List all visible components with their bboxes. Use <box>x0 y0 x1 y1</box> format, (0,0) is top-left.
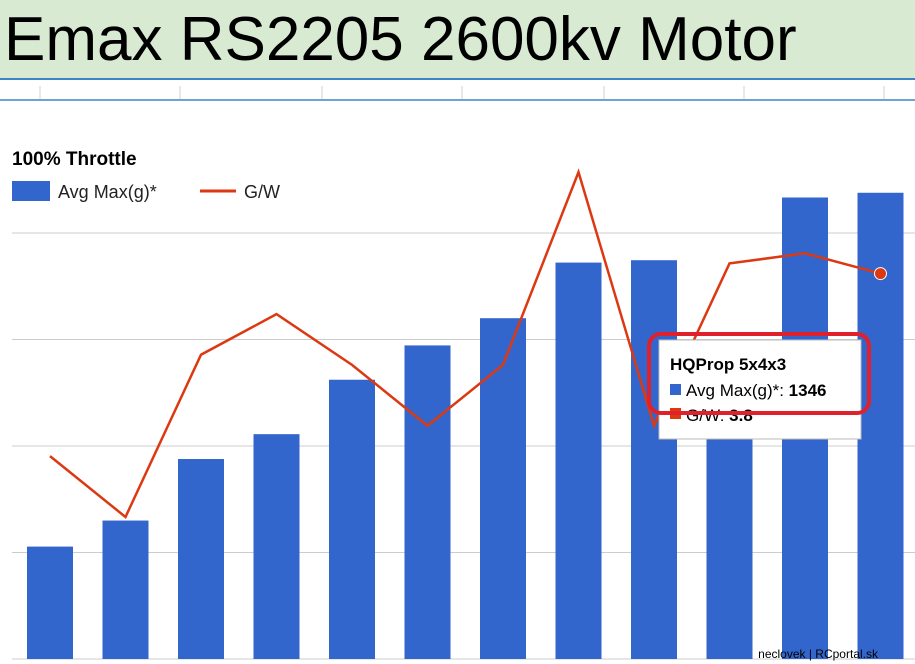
legend-swatch-avg-max <box>12 181 50 201</box>
bar-avg-max[interactable] <box>857 192 904 659</box>
bar-avg-max[interactable] <box>631 260 677 659</box>
chart[interactable]: 100% Throttle Avg Max(g)* G/W HQProp 5x4… <box>0 0 915 664</box>
bar-avg-max[interactable] <box>27 546 73 659</box>
tooltip-title: HQProp 5x4x3 <box>670 355 786 374</box>
sheet-column-guides <box>0 86 915 101</box>
tooltip-label-avg-max: Avg Max(g)* <box>686 381 780 400</box>
chart-title: 100% Throttle <box>12 149 137 170</box>
tooltip-row-avg-max: Avg Max(g)*: 1346 <box>686 381 827 400</box>
bar-avg-max[interactable] <box>404 345 451 659</box>
tooltip-swatch-avg-max <box>670 384 681 395</box>
watermark: neclovek | RCportal.sk <box>758 647 879 661</box>
tooltip-label-gw: G/W <box>686 406 720 425</box>
bar-avg-max[interactable] <box>102 520 149 659</box>
bar-avg-max[interactable] <box>480 318 526 659</box>
legend-label-gw[interactable]: G/W <box>244 182 280 202</box>
tooltip-value-avg-max: 1346 <box>789 381 827 400</box>
bar-avg-max[interactable] <box>178 459 224 659</box>
gw-point-selected[interactable] <box>874 267 887 281</box>
legend[interactable]: Avg Max(g)* G/W <box>12 181 280 202</box>
bar-avg-max[interactable] <box>329 379 375 659</box>
bar-avg-max[interactable] <box>253 434 300 659</box>
tooltip-value-gw: 3.8 <box>729 406 753 425</box>
tooltip-row-gw: G/W: 3.8 <box>686 406 753 425</box>
legend-label-avg-max[interactable]: Avg Max(g)* <box>58 182 157 202</box>
tooltip: HQProp 5x4x3 Avg Max(g)*: 1346 G/W: 3.8 <box>647 332 871 440</box>
bar-avg-max[interactable] <box>555 262 602 659</box>
